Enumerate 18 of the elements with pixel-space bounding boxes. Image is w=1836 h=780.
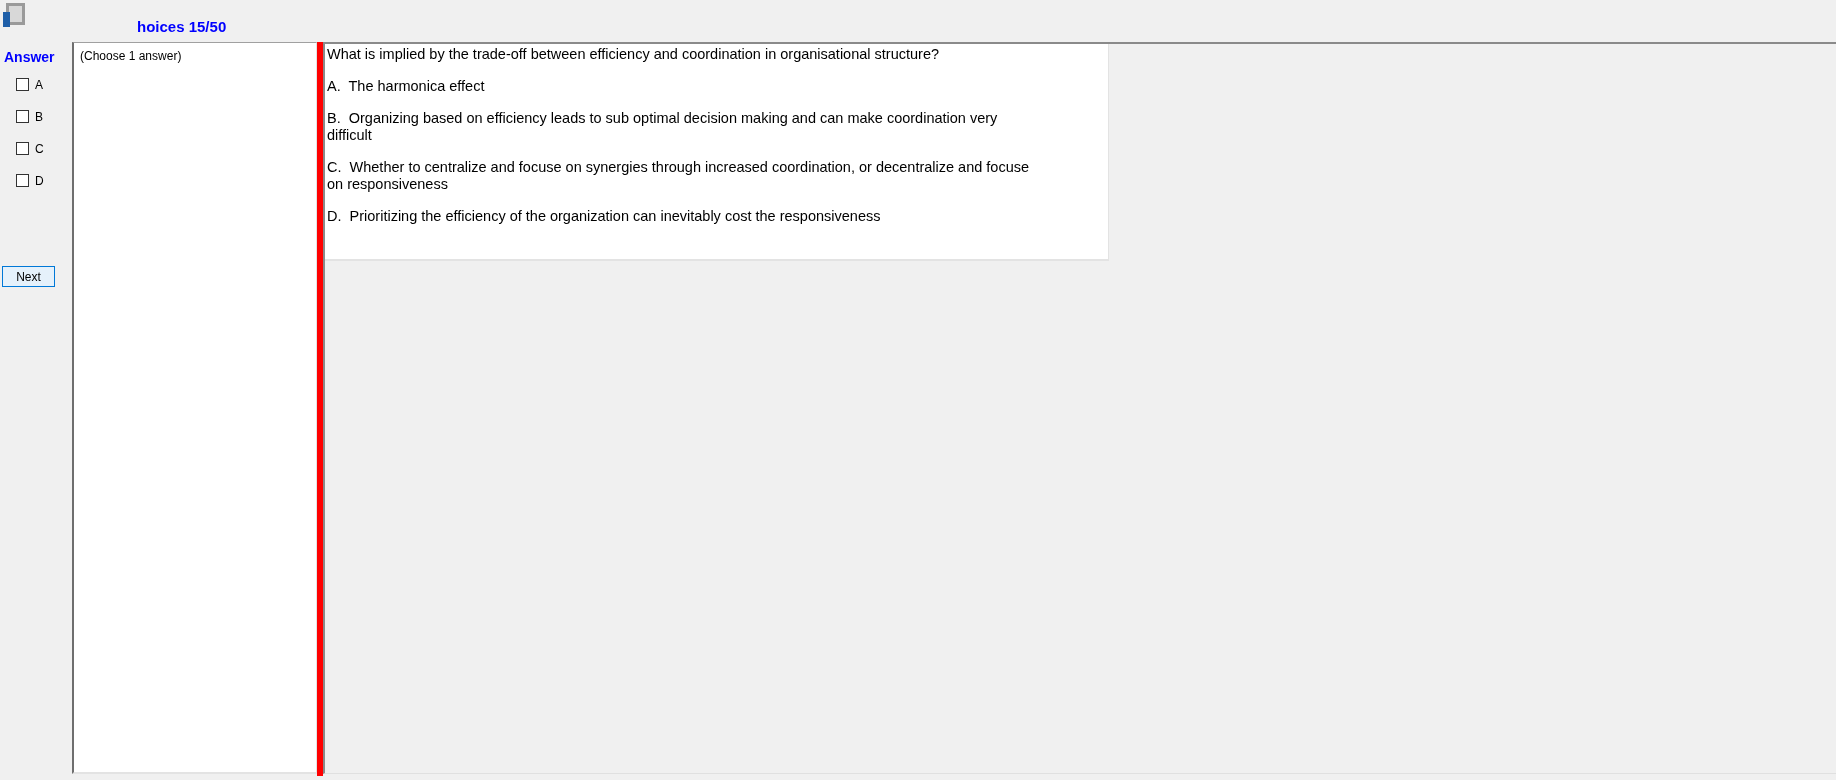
window-title: hoices 15/50 (137, 18, 227, 36)
question-text: What is implied by the trade-off between efficiency and coordination in organisational structure? (327, 46, 941, 63)
answer-choice: A. The harmonica effect (327, 78, 486, 95)
app-icon (2, 2, 26, 28)
option-label: C (35, 141, 44, 156)
answer-choice: C. Whether to centralize and focuse on synergies through increased coordination, or decentralize and focuse on responsiveness (327, 159, 1031, 193)
checkbox[interactable] (16, 110, 29, 123)
option-label: A (35, 77, 43, 92)
checkbox[interactable] (16, 174, 29, 187)
answer-choice: B. Organizing based on efficiency leads to sub optimal decision making and can make coordination very difficult (327, 110, 999, 144)
option-label: B (35, 109, 43, 124)
option-label: D (35, 173, 44, 188)
answer-choice: D. Prioritizing the efficiency of the organization can inevitably cost the responsiveness (327, 208, 882, 225)
next-button[interactable]: Next (2, 266, 55, 287)
instructions-text: (Choose 1 answer) (80, 49, 183, 63)
checkbox[interactable] (16, 142, 29, 155)
checkbox[interactable] (16, 78, 29, 91)
answer-heading: Answer (4, 49, 56, 65)
